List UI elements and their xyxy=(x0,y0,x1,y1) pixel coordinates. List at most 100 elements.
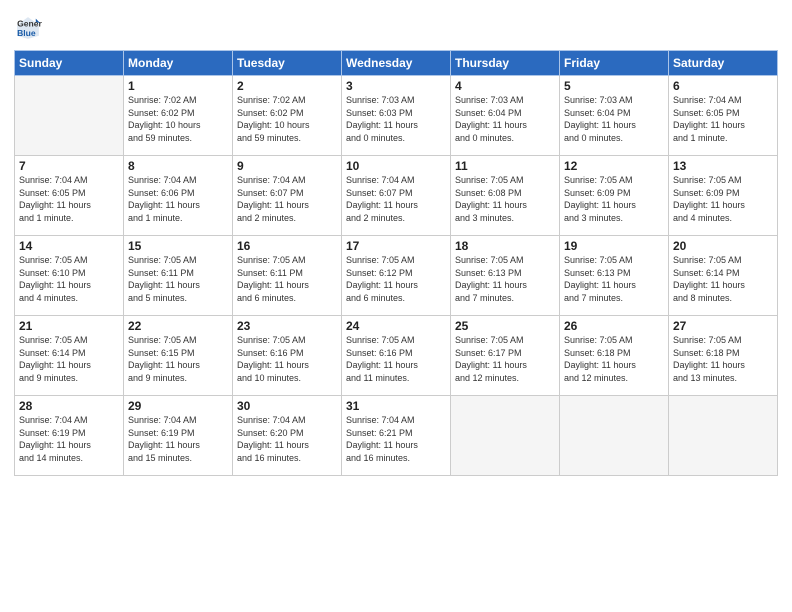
weekday-header-tuesday: Tuesday xyxy=(233,51,342,76)
day-number: 15 xyxy=(128,239,228,253)
calendar-cell xyxy=(15,76,124,156)
day-number: 3 xyxy=(346,79,446,93)
cell-info: Sunrise: 7:04 AMSunset: 6:06 PMDaylight:… xyxy=(128,174,228,224)
day-number: 24 xyxy=(346,319,446,333)
cell-info: Sunrise: 7:04 AMSunset: 6:19 PMDaylight:… xyxy=(128,414,228,464)
cell-info: Sunrise: 7:03 AMSunset: 6:04 PMDaylight:… xyxy=(455,94,555,144)
calendar-cell: 22Sunrise: 7:05 AMSunset: 6:15 PMDayligh… xyxy=(124,316,233,396)
weekday-header-wednesday: Wednesday xyxy=(342,51,451,76)
calendar-cell xyxy=(560,396,669,476)
cell-info: Sunrise: 7:04 AMSunset: 6:07 PMDaylight:… xyxy=(237,174,337,224)
calendar-cell xyxy=(451,396,560,476)
day-number: 25 xyxy=(455,319,555,333)
cell-info: Sunrise: 7:05 AMSunset: 6:09 PMDaylight:… xyxy=(564,174,664,224)
cell-info: Sunrise: 7:04 AMSunset: 6:05 PMDaylight:… xyxy=(673,94,773,144)
calendar-cell: 29Sunrise: 7:04 AMSunset: 6:19 PMDayligh… xyxy=(124,396,233,476)
weekday-header-monday: Monday xyxy=(124,51,233,76)
calendar-cell: 14Sunrise: 7:05 AMSunset: 6:10 PMDayligh… xyxy=(15,236,124,316)
calendar-cell: 11Sunrise: 7:05 AMSunset: 6:08 PMDayligh… xyxy=(451,156,560,236)
calendar-cell xyxy=(669,396,778,476)
week-row-1: 1 Sunrise: 7:02 AMSunset: 6:02 PMDaylight… xyxy=(15,76,778,156)
week-row-4: 21Sunrise: 7:05 AMSunset: 6:14 PMDayligh… xyxy=(15,316,778,396)
calendar-cell: 15Sunrise: 7:05 AMSunset: 6:11 PMDayligh… xyxy=(124,236,233,316)
calendar-cell: 18Sunrise: 7:05 AMSunset: 6:13 PMDayligh… xyxy=(451,236,560,316)
week-row-3: 14Sunrise: 7:05 AMSunset: 6:10 PMDayligh… xyxy=(15,236,778,316)
cell-info: Sunrise: 7:03 AMSunset: 6:04 PMDaylight:… xyxy=(564,94,664,144)
cell-info: Sunrise: 7:05 AMSunset: 6:13 PMDaylight:… xyxy=(455,254,555,304)
calendar-cell: 1Sunrise: 7:02 AMSunset: 6:02 PMDaylight… xyxy=(124,76,233,156)
cell-info: Sunrise: 7:05 AMSunset: 6:11 PMDaylight:… xyxy=(128,254,228,304)
cell-info: Sunrise: 7:05 AMSunset: 6:18 PMDaylight:… xyxy=(673,334,773,384)
cell-info: Sunrise: 7:04 AMSunset: 6:21 PMDaylight:… xyxy=(346,414,446,464)
cell-info: Sunrise: 7:05 AMSunset: 6:13 PMDaylight:… xyxy=(564,254,664,304)
calendar-cell: 25Sunrise: 7:05 AMSunset: 6:17 PMDayligh… xyxy=(451,316,560,396)
calendar-cell: 28Sunrise: 7:04 AMSunset: 6:19 PMDayligh… xyxy=(15,396,124,476)
calendar-cell: 7Sunrise: 7:04 AMSunset: 6:05 PMDaylight… xyxy=(15,156,124,236)
calendar-cell: 16Sunrise: 7:05 AMSunset: 6:11 PMDayligh… xyxy=(233,236,342,316)
day-number: 10 xyxy=(346,159,446,173)
day-number: 11 xyxy=(455,159,555,173)
logo-icon: General Blue xyxy=(14,14,42,42)
day-number: 5 xyxy=(564,79,664,93)
cell-info: Sunrise: 7:05 AMSunset: 6:14 PMDaylight:… xyxy=(19,334,119,384)
page: General Blue SundayMondayTuesdayWednesda… xyxy=(0,0,792,612)
day-number: 8 xyxy=(128,159,228,173)
calendar-cell: 12Sunrise: 7:05 AMSunset: 6:09 PMDayligh… xyxy=(560,156,669,236)
day-number: 21 xyxy=(19,319,119,333)
day-number: 17 xyxy=(346,239,446,253)
day-number: 26 xyxy=(564,319,664,333)
cell-info: Sunrise: 7:04 AMSunset: 6:05 PMDaylight:… xyxy=(19,174,119,224)
day-number: 19 xyxy=(564,239,664,253)
weekday-header-thursday: Thursday xyxy=(451,51,560,76)
svg-text:General: General xyxy=(17,18,42,28)
calendar-cell: 26Sunrise: 7:05 AMSunset: 6:18 PMDayligh… xyxy=(560,316,669,396)
calendar-cell: 19Sunrise: 7:05 AMSunset: 6:13 PMDayligh… xyxy=(560,236,669,316)
cell-info: Sunrise: 7:05 AMSunset: 6:15 PMDaylight:… xyxy=(128,334,228,384)
calendar-table: SundayMondayTuesdayWednesdayThursdayFrid… xyxy=(14,50,778,476)
calendar-cell: 2Sunrise: 7:02 AMSunset: 6:02 PMDaylight… xyxy=(233,76,342,156)
day-number: 29 xyxy=(128,399,228,413)
day-number: 20 xyxy=(673,239,773,253)
logo: General Blue xyxy=(14,10,45,42)
cell-info: Sunrise: 7:03 AMSunset: 6:03 PMDaylight:… xyxy=(346,94,446,144)
calendar-cell: 8Sunrise: 7:04 AMSunset: 6:06 PMDaylight… xyxy=(124,156,233,236)
cell-info: Sunrise: 7:05 AMSunset: 6:17 PMDaylight:… xyxy=(455,334,555,384)
calendar-cell: 6Sunrise: 7:04 AMSunset: 6:05 PMDaylight… xyxy=(669,76,778,156)
day-number: 9 xyxy=(237,159,337,173)
weekday-header-saturday: Saturday xyxy=(669,51,778,76)
calendar-cell: 10Sunrise: 7:04 AMSunset: 6:07 PMDayligh… xyxy=(342,156,451,236)
calendar-cell: 21Sunrise: 7:05 AMSunset: 6:14 PMDayligh… xyxy=(15,316,124,396)
cell-info: Sunrise: 7:04 AMSunset: 6:07 PMDaylight:… xyxy=(346,174,446,224)
svg-text:Blue: Blue xyxy=(17,28,36,38)
cell-info: Sunrise: 7:05 AMSunset: 6:11 PMDaylight:… xyxy=(237,254,337,304)
calendar-cell: 13Sunrise: 7:05 AMSunset: 6:09 PMDayligh… xyxy=(669,156,778,236)
cell-info: Sunrise: 7:05 AMSunset: 6:18 PMDaylight:… xyxy=(564,334,664,384)
cell-info: Sunrise: 7:05 AMSunset: 6:16 PMDaylight:… xyxy=(237,334,337,384)
weekday-header-sunday: Sunday xyxy=(15,51,124,76)
cell-info: Sunrise: 7:05 AMSunset: 6:08 PMDaylight:… xyxy=(455,174,555,224)
weekday-header-row: SundayMondayTuesdayWednesdayThursdayFrid… xyxy=(15,51,778,76)
calendar-cell: 20Sunrise: 7:05 AMSunset: 6:14 PMDayligh… xyxy=(669,236,778,316)
day-number: 22 xyxy=(128,319,228,333)
day-number: 23 xyxy=(237,319,337,333)
calendar-cell: 31Sunrise: 7:04 AMSunset: 6:21 PMDayligh… xyxy=(342,396,451,476)
day-number: 13 xyxy=(673,159,773,173)
header: General Blue xyxy=(14,10,778,42)
calendar-cell: 5Sunrise: 7:03 AMSunset: 6:04 PMDaylight… xyxy=(560,76,669,156)
cell-info: Sunrise: 7:05 AMSunset: 6:16 PMDaylight:… xyxy=(346,334,446,384)
calendar-cell: 27Sunrise: 7:05 AMSunset: 6:18 PMDayligh… xyxy=(669,316,778,396)
day-number: 28 xyxy=(19,399,119,413)
cell-info: Sunrise: 7:05 AMSunset: 6:14 PMDaylight:… xyxy=(673,254,773,304)
cell-info: Sunrise: 7:02 AMSunset: 6:02 PMDaylight:… xyxy=(237,94,337,144)
cell-info: Sunrise: 7:04 AMSunset: 6:19 PMDaylight:… xyxy=(19,414,119,464)
day-number: 14 xyxy=(19,239,119,253)
week-row-5: 28Sunrise: 7:04 AMSunset: 6:19 PMDayligh… xyxy=(15,396,778,476)
cell-info: Sunrise: 7:05 AMSunset: 6:12 PMDaylight:… xyxy=(346,254,446,304)
day-number: 1 xyxy=(128,79,228,93)
week-row-2: 7Sunrise: 7:04 AMSunset: 6:05 PMDaylight… xyxy=(15,156,778,236)
weekday-header-friday: Friday xyxy=(560,51,669,76)
day-number: 6 xyxy=(673,79,773,93)
day-number: 27 xyxy=(673,319,773,333)
day-number: 30 xyxy=(237,399,337,413)
day-number: 18 xyxy=(455,239,555,253)
